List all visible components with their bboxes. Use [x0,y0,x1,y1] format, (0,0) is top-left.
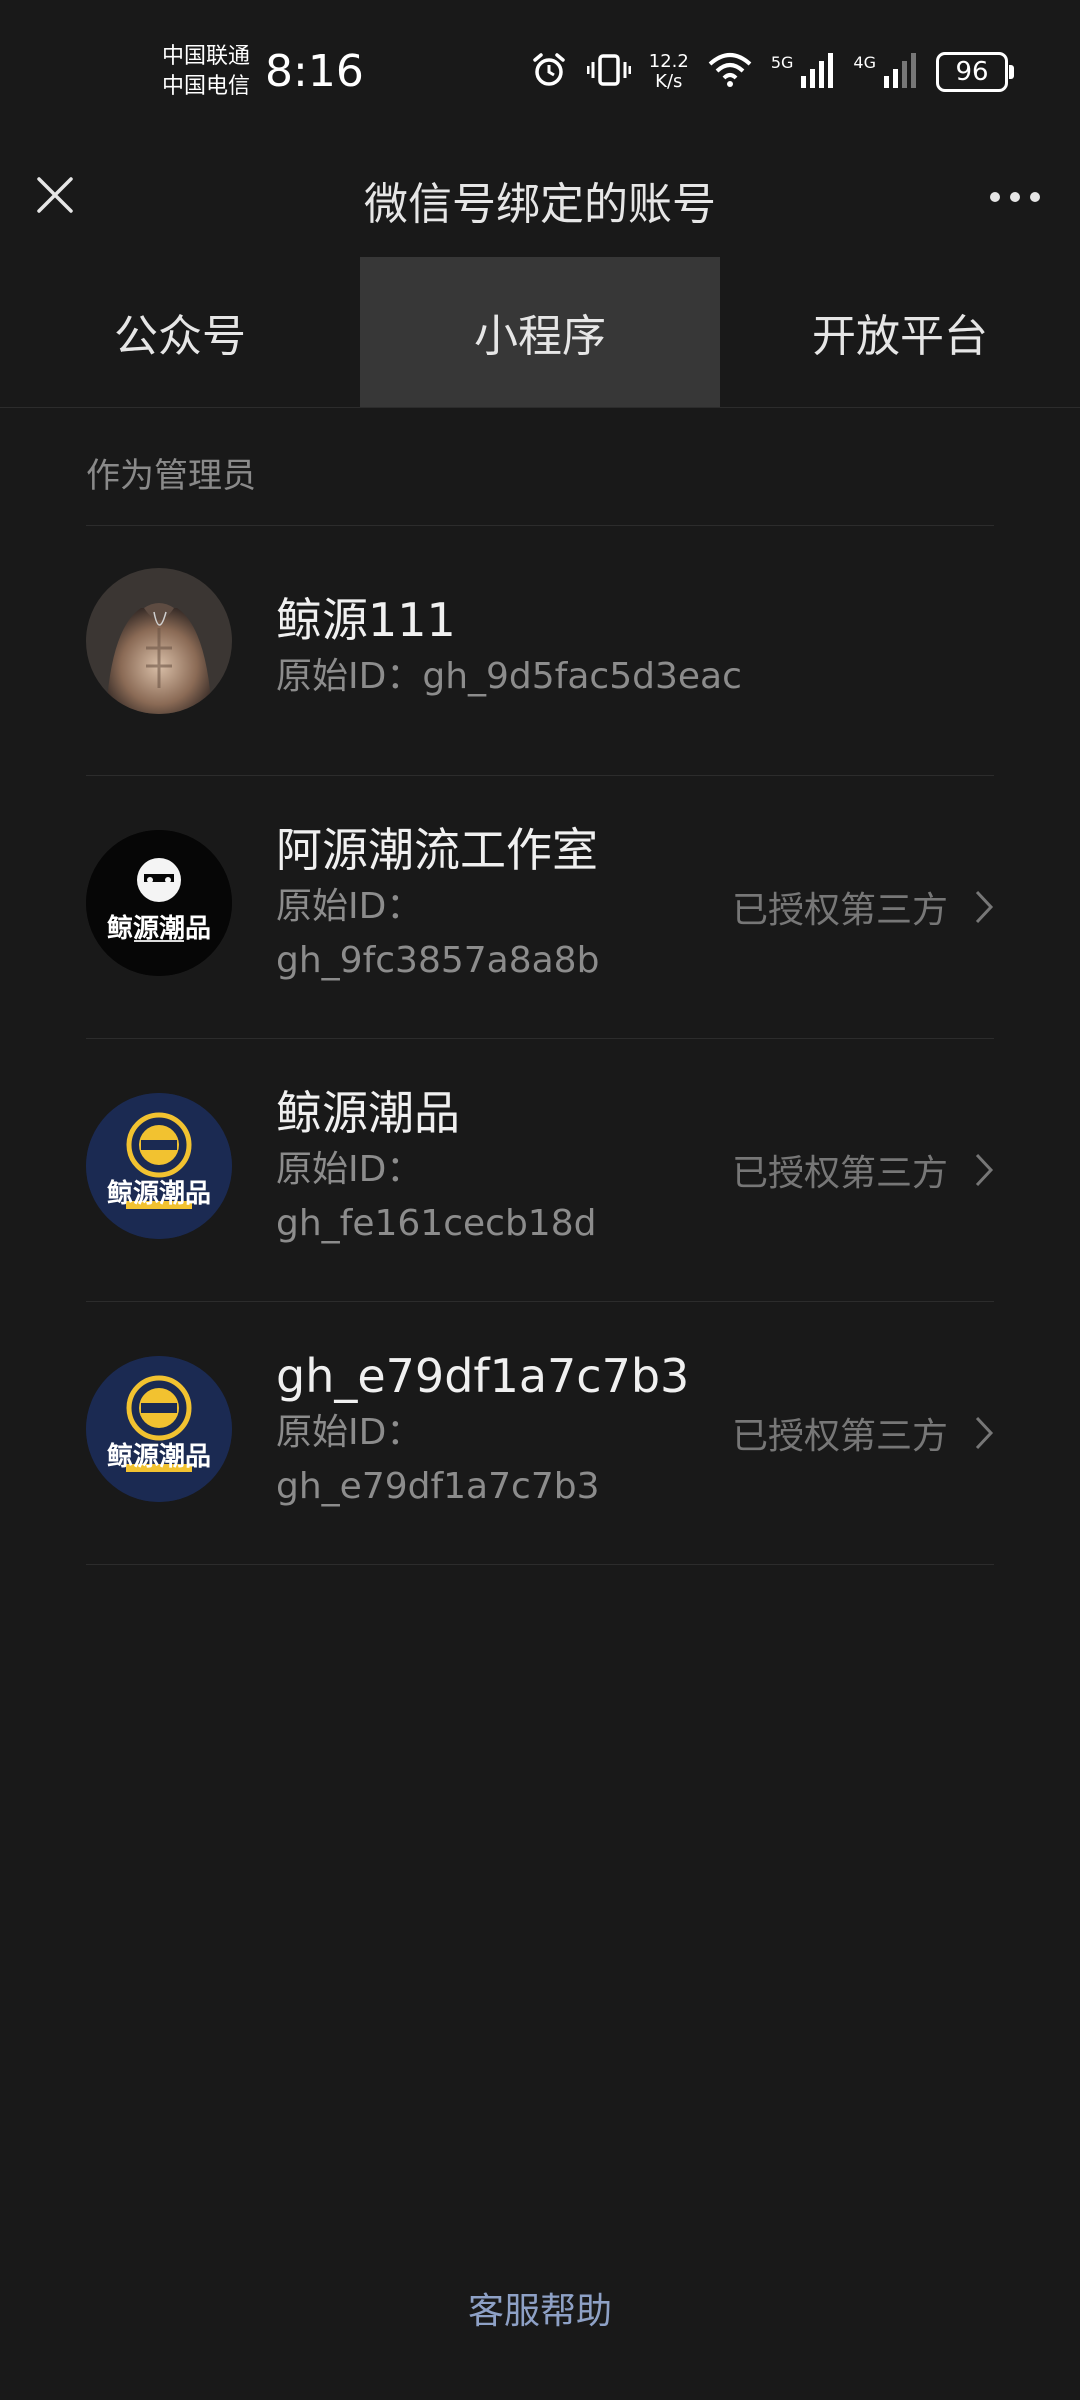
status-time: 8:16 [265,46,364,97]
original-id-value: gh_fe161cecb18d [276,1203,597,1244]
auth-label: 已授权第三方 [731,890,948,931]
account-name: 鲸源111 [276,593,456,647]
auth-status[interactable]: 已授权第三方 [732,1302,994,1564]
chevron-right-icon [975,890,994,924]
avatar: 鲸源潮品 [86,1356,232,1502]
auth-status[interactable]: 已授权第三方 [732,776,994,1038]
tab-mini-programs[interactable]: 小程序 [360,257,720,407]
account-row: 鲸源111 原始ID：gh_9d5fac5d3eac [86,526,994,776]
account-info: 鲸源潮品 原始ID： gh_fe161cecb18d [276,1083,796,1251]
account-name: 阿源潮流工作室 [276,823,598,877]
account-row[interactable]: 鲸源潮品 gh_e79df1a7c7b3 原始ID： gh_e79df1a7c7… [86,1302,994,1565]
auth-label: 已授权第三方 [731,1153,948,1194]
account-name: gh_e79df1a7c7b3 [276,1349,690,1403]
net-speed-unit: K/s [655,71,683,92]
alarm-icon [529,50,569,94]
signal-2-label: 4G [853,52,876,72]
original-id-label: 原始ID： [276,1149,423,1190]
account-list: 鲸源111 原始ID：gh_9d5fac5d3eac 鲸源潮品 阿源潮流工作室 … [86,526,994,1565]
more-button[interactable] [980,172,1050,222]
account-info: 阿源潮流工作室 原始ID： gh_9fc3857a8a8b [276,820,796,988]
brand-logo-icon [86,1093,232,1239]
carrier-1: 中国联通 [162,44,251,69]
original-id-value: gh_9fc3857a8a8b [276,940,600,981]
logo-text: 鲸源潮品 [106,1179,211,1209]
brand-logo-icon [86,830,232,976]
original-id-label: 原始ID： [276,1412,423,1453]
original-id-label: 原始ID： [276,656,423,697]
account-info: 鲸源111 原始ID：gh_9d5fac5d3eac [276,590,796,704]
customer-service-help-link[interactable]: 客服帮助 [0,2282,1080,2334]
signal-2-icon [884,52,918,92]
signal-1-icon [801,52,835,92]
section-label: 作为管理员 [86,456,256,496]
account-name: 鲸源潮品 [276,1086,460,1140]
battery-level: 96 [955,57,989,87]
original-id-label: 原始ID： [276,886,423,927]
tab-open-platform[interactable]: 开放平台 [720,257,1080,407]
account-info: gh_e79df1a7c7b3 原始ID： gh_e79df1a7c7b3 [276,1346,796,1514]
tab-bar: 公众号 小程序 开放平台 [0,257,1080,408]
page-title: 微信号绑定的账号 [364,179,716,230]
battery-icon: 96 [936,52,1014,92]
net-speed-value: 12.2 [648,51,689,72]
chevron-right-icon [975,1153,994,1187]
status-bar: 中国联通 中国电信 8:16 12.2 K/s 5G 4G 96 [0,0,1080,140]
logo-text: 鲸源潮品 [106,914,211,944]
carrier-labels: 中国联通 中国电信 [162,42,250,102]
original-id-value: gh_e79df1a7c7b3 [276,1466,600,1507]
status-icons: 12.2 K/s 5G 4G 96 [529,44,1014,100]
title-bar: 微信号绑定的账号 [0,140,1080,250]
more-icon [990,192,1040,202]
avatar: 鲸源潮品 [86,1093,232,1239]
logo-text: 鲸源潮品 [106,1442,211,1472]
original-id: 原始ID：gh_9d5fac5d3eac [276,650,796,704]
account-row[interactable]: 鲸源潮品 鲸源潮品 原始ID： gh_fe161cecb18d 已授权第三方 [86,1039,994,1302]
brand-logo-icon [86,1356,232,1502]
chevron-right-icon [975,1416,994,1450]
account-row[interactable]: 鲸源潮品 阿源潮流工作室 原始ID： gh_9fc3857a8a8b 已授权第三… [86,776,994,1039]
original-id-value: gh_9d5fac5d3eac [422,656,742,697]
auth-status[interactable]: 已授权第三方 [732,1039,994,1301]
net-speed: 12.2 K/s [649,52,689,92]
vibrate-icon [586,50,632,94]
avatar [86,568,232,714]
signal-1-label: 5G [770,52,794,72]
auth-label: 已授权第三方 [731,1416,948,1457]
wifi-icon [707,50,753,94]
avatar: 鲸源潮品 [86,830,232,976]
carrier-2: 中国电信 [162,74,251,99]
person-photo-icon [86,568,232,714]
tab-official-accounts[interactable]: 公众号 [0,257,360,407]
